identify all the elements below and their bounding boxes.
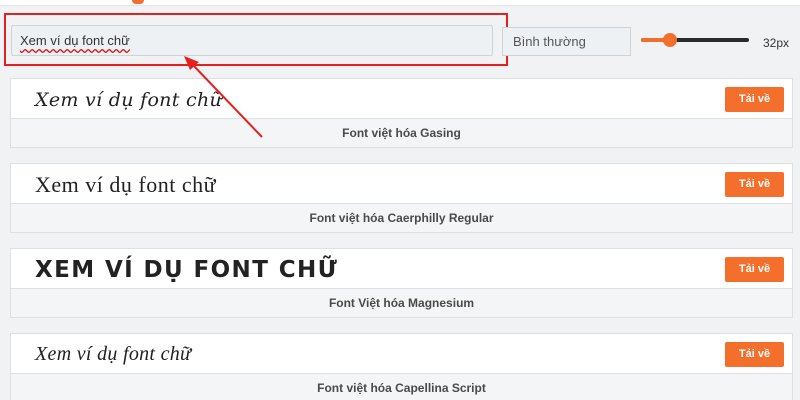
font-card-gasing: Xem ví dụ font chữ Tải về Font việt hóa … [10, 78, 793, 148]
download-button[interactable]: Tải về [725, 257, 784, 282]
font-preview-caerphilly: Xem ví dụ font chữ [35, 171, 217, 197]
font-card-magnesium: XEM VÍ DỤ FONT CHỮ Tải về Font Việt hóa … [10, 248, 793, 318]
font-size-label: 32px [763, 36, 790, 50]
download-button[interactable]: Tải về [725, 87, 784, 112]
font-name-link[interactable]: Font việt hóa Caerphilly Regular [11, 203, 792, 232]
font-preview-capellina: Xem ví dụ font chữ [35, 343, 192, 365]
download-button[interactable]: Tải về [725, 172, 784, 197]
font-preview-magnesium: XEM VÍ DỤ FONT CHỮ [35, 256, 339, 283]
top-header-strip [0, 0, 800, 6]
font-style-select[interactable]: Bình thường [502, 27, 631, 56]
font-name-link[interactable]: Font việt hóa Gasing [11, 118, 792, 147]
preview-text-input[interactable]: Xem ví dụ font chữ [11, 25, 493, 56]
font-preview-gasing: Xem ví dụ font chữ [35, 88, 223, 111]
font-name-link[interactable]: Font Việt hóa Magnesium [11, 288, 792, 317]
header-accent-mark [132, 0, 144, 4]
font-size-slider-thumb[interactable] [663, 33, 678, 47]
download-button[interactable]: Tải về [725, 342, 784, 367]
font-card-caerphilly: Xem ví dụ font chữ Tải về Font việt hóa … [10, 163, 793, 233]
font-card-capellina: Xem ví dụ font chữ Tải về Font việt hóa … [10, 333, 793, 400]
preview-text-value: Xem ví dụ font chữ [20, 33, 130, 48]
font-size-slider[interactable] [641, 33, 749, 47]
font-name-link[interactable]: Font việt hóa Capellina Script [11, 373, 792, 400]
